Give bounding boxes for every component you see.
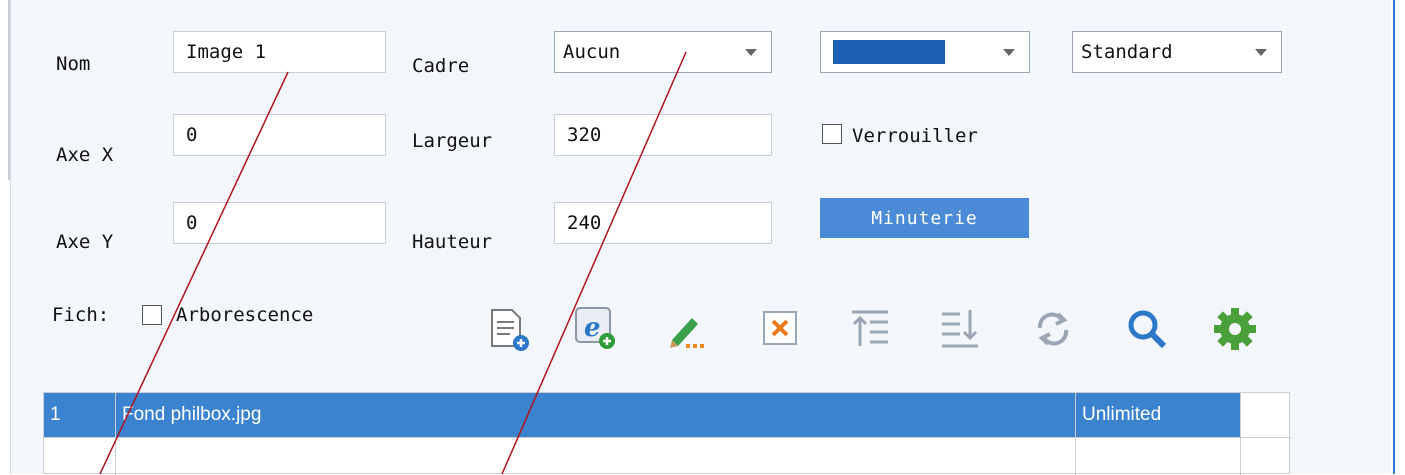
- cadre-value: Aucun: [563, 41, 621, 63]
- axe-y-field[interactable]: [173, 202, 386, 244]
- media-list[interactable]: 1 Fond philbox.jpg Unlimited: [43, 392, 1291, 475]
- column-divider: [115, 393, 116, 475]
- nom-input[interactable]: [184, 40, 375, 64]
- refresh-icon[interactable]: [1030, 306, 1076, 352]
- largeur-input[interactable]: [565, 123, 761, 147]
- chevron-down-icon: [1255, 48, 1267, 56]
- settings-icon[interactable]: [1212, 306, 1258, 352]
- hauteur-input[interactable]: [565, 211, 761, 235]
- largeur-label: Largeur: [412, 130, 493, 152]
- row-divider: [44, 437, 1291, 438]
- fich-label: Fich:: [52, 304, 110, 326]
- arborescence-label: Arborescence: [176, 304, 314, 326]
- minuterie-button[interactable]: Minuterie: [820, 198, 1029, 238]
- move-down-icon[interactable]: [938, 306, 984, 352]
- add-file-icon[interactable]: [486, 306, 532, 352]
- svg-text:e: e: [584, 313, 601, 343]
- arborescence-checkbox[interactable]: [142, 305, 162, 325]
- verrouiller-checkbox[interactable]: [822, 124, 842, 144]
- hauteur-field[interactable]: [554, 202, 772, 244]
- chevron-down-icon: [1003, 48, 1015, 56]
- edit-icon[interactable]: [664, 306, 710, 352]
- move-up-icon[interactable]: [848, 306, 894, 352]
- axe-y-input[interactable]: [184, 211, 375, 235]
- verrouiller-label: Verrouiller: [852, 125, 978, 147]
- nom-label: Nom: [56, 53, 91, 75]
- row-index: 1: [50, 404, 61, 425]
- nom-field[interactable]: [173, 31, 386, 73]
- delete-icon[interactable]: [758, 306, 804, 352]
- search-icon[interactable]: [1124, 306, 1170, 352]
- style-select[interactable]: Standard: [1072, 31, 1282, 73]
- chevron-down-icon: [745, 48, 757, 56]
- style-value: Standard: [1081, 41, 1173, 63]
- axe-y-label: Axe Y: [56, 231, 114, 253]
- cadre-label: Cadre: [412, 55, 470, 77]
- hauteur-label: Hauteur: [412, 231, 493, 253]
- column-divider: [1075, 393, 1076, 475]
- cadre-select[interactable]: Aucun: [554, 31, 772, 73]
- largeur-field[interactable]: [554, 114, 772, 156]
- axe-x-label: Axe X: [56, 144, 114, 166]
- add-web-icon[interactable]: e: [572, 304, 618, 350]
- axe-x-input[interactable]: [184, 123, 375, 147]
- list-row-selected[interactable]: 1 Fond philbox.jpg Unlimited: [44, 393, 1240, 437]
- color-swatch: [833, 40, 945, 64]
- axe-x-field[interactable]: [173, 114, 386, 156]
- right-border: [1393, 0, 1395, 474]
- row-duration: Unlimited: [1082, 404, 1162, 425]
- column-divider: [1240, 393, 1241, 475]
- color-select[interactable]: [820, 31, 1030, 73]
- row-name: Fond philbox.jpg: [122, 404, 262, 425]
